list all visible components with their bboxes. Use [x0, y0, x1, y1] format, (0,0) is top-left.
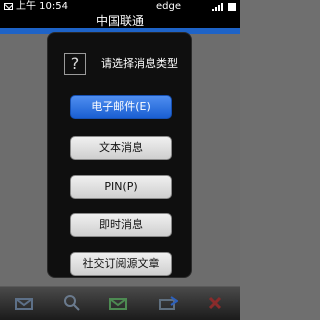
delete-icon[interactable] — [205, 295, 225, 311]
compose-icon[interactable] — [14, 295, 34, 311]
help-icon: ? — [64, 53, 86, 75]
option-pin[interactable]: PIN(P) — [70, 175, 172, 199]
battery-icon — [228, 3, 236, 11]
message-type-dialog: ? 请选择消息类型 电子邮件(E) 文本消息 PIN(P) 即时消息 社交订阅源… — [47, 32, 192, 278]
carrier-header: 中国联通 — [0, 14, 240, 28]
dialog-prompt: 请选择消息类型 — [101, 57, 178, 70]
mail-icon[interactable] — [108, 295, 128, 311]
status-time: 上午 10:54 — [16, 1, 68, 12]
status-bar: 上午 10:54 edge — [0, 0, 240, 14]
option-email[interactable]: 电子邮件(E) — [70, 95, 172, 119]
option-text-message[interactable]: 文本消息 — [70, 136, 172, 160]
signal-icon — [212, 3, 225, 11]
search-icon[interactable] — [62, 295, 82, 311]
network-type: edge — [156, 1, 181, 12]
option-social-feed[interactable]: 社交订阅源文章 — [70, 252, 172, 276]
mail-icon — [4, 3, 13, 10]
option-instant-message[interactable]: 即时消息 — [70, 213, 172, 237]
bottom-toolbar — [0, 286, 240, 320]
forward-icon[interactable] — [158, 295, 178, 311]
